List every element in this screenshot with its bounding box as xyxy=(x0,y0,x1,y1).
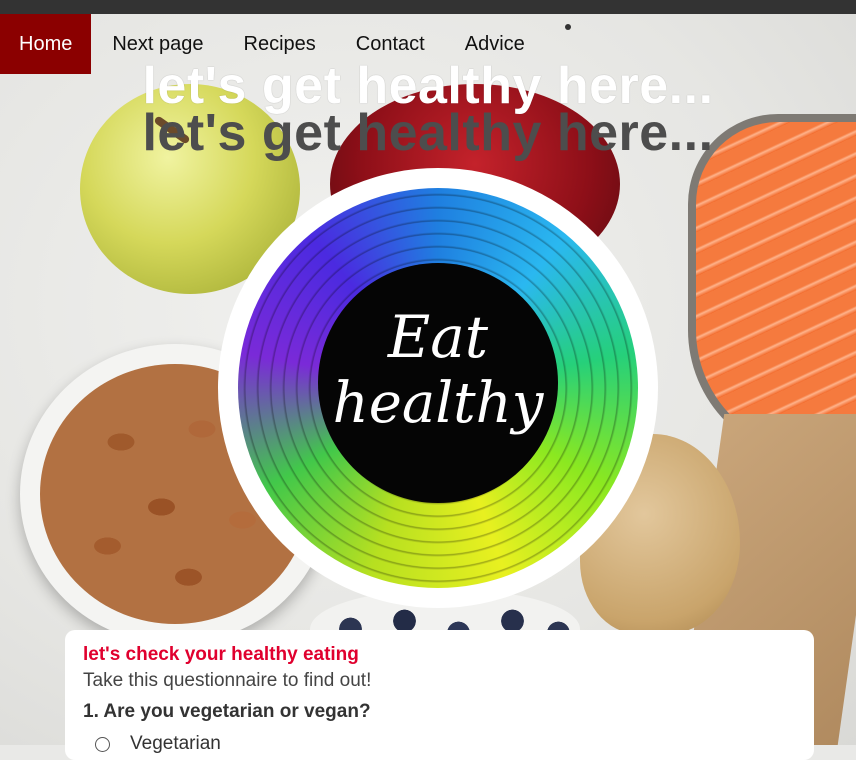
top-bar xyxy=(0,0,856,14)
questionnaire-card: let's check your healthy eating Take thi… xyxy=(65,630,814,760)
nav-dot-icon xyxy=(565,24,571,30)
badge-center: Eat healthy xyxy=(318,263,558,503)
nav-recipes[interactable]: Recipes xyxy=(225,14,335,74)
badge-line-eat: Eat xyxy=(387,303,489,371)
questionnaire-subtitle: Take this questionnaire to find out! xyxy=(83,670,372,691)
nav-contact[interactable]: Contact xyxy=(337,14,444,74)
hero-headline-shadow: let's get healthy here... xyxy=(142,104,714,162)
main-nav: Home Next page Recipes Contact Advice xyxy=(0,14,544,74)
question-1: 1. Are you vegetarian or vegan? xyxy=(83,701,371,722)
option-vegetarian-label: Vegetarian xyxy=(130,733,221,754)
option-vegetarian[interactable]: Vegetarian xyxy=(95,733,221,755)
questionnaire-title: let's check your healthy eating xyxy=(83,644,359,665)
nav-next-page[interactable]: Next page xyxy=(93,14,222,74)
nav-home[interactable]: Home xyxy=(0,14,92,74)
badge-line-healthy: healthy xyxy=(332,371,544,436)
radio-vegetarian[interactable] xyxy=(95,736,110,752)
eat-healthy-badge: Eat healthy xyxy=(218,168,658,608)
nav-advice[interactable]: Advice xyxy=(446,14,544,74)
salmon-image xyxy=(688,114,856,460)
